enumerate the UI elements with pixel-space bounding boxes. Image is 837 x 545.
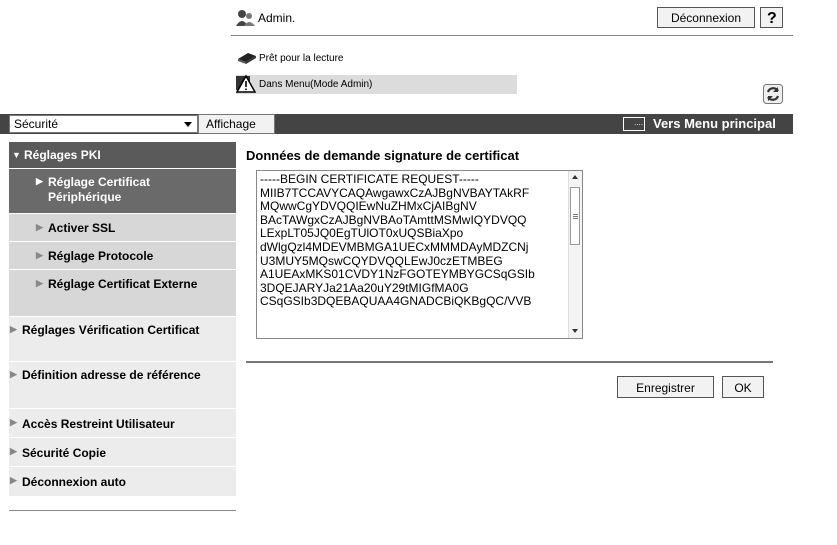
sidebar-item-reglages-verification-certificat[interactable]: ▶ Réglages Vérification Certificat bbox=[9, 317, 236, 361]
scroll-down-arrow-icon[interactable] bbox=[572, 329, 578, 333]
csr-scrollbar[interactable] bbox=[568, 171, 582, 338]
sidebar-item-label: Déconnexion auto bbox=[22, 475, 127, 489]
status-mode-text: Dans Menu(Mode Admin) bbox=[259, 79, 373, 90]
admin-label: Admin. bbox=[258, 11, 296, 25]
category-select-value: Sécurité bbox=[14, 117, 59, 131]
scroll-up-arrow-icon[interactable] bbox=[572, 175, 578, 179]
refresh-icon[interactable] bbox=[763, 84, 783, 104]
triangle-right-icon: ▶ bbox=[36, 222, 43, 232]
logout-button[interactable]: Déconnexion bbox=[657, 7, 755, 28]
sidebar-item-label: Définition adresse de référence bbox=[22, 368, 201, 382]
triangle-right-icon: ▶ bbox=[10, 475, 17, 485]
triangle-right-icon: ▶ bbox=[36, 250, 43, 260]
sidebar-item-acces-restreint-utilisateur[interactable]: ▶ Accès Restreint Utilisateur bbox=[9, 409, 236, 437]
sidebar-item-label: Réglage Protocole bbox=[48, 249, 154, 263]
help-button[interactable]: ? bbox=[760, 7, 783, 28]
ok-button[interactable]: OK bbox=[722, 376, 764, 398]
header-divider bbox=[231, 35, 793, 36]
status-ready-text: Prêt pour la lecture bbox=[259, 53, 344, 64]
sidebar-bottom-divider bbox=[9, 510, 236, 511]
sidebar-item-deconnexion-auto[interactable]: ▶ Déconnexion auto bbox=[9, 467, 236, 496]
content-divider bbox=[246, 361, 773, 363]
sidebar-item-reglage-protocole[interactable]: ▶ Réglage Protocole bbox=[9, 242, 236, 269]
printer-icon bbox=[238, 53, 256, 64]
csr-textarea[interactable]: -----BEGIN CERTIFICATE REQUEST----- MIIB… bbox=[256, 170, 583, 339]
triangle-down-icon: ▼ bbox=[12, 150, 21, 160]
sidebar-item-label: Sécurité Copie bbox=[22, 446, 107, 460]
sidebar-item-definition-adresse-reference[interactable]: ▶ Définition adresse de référence bbox=[9, 362, 236, 408]
sidebar-item-label: Accès Restreint Utilisateur bbox=[22, 417, 175, 431]
scrollbar-grip-icon bbox=[573, 214, 578, 215]
tab-affichage[interactable]: Affichage bbox=[198, 114, 275, 134]
sidebar-item-reglage-certificat-peripherique[interactable]: ▶ Réglage Certificat Périphérique bbox=[9, 169, 236, 213]
main-menu-link[interactable]: Vers Menu principal bbox=[653, 114, 776, 134]
sidebar-item-securite-copie[interactable]: ▶ Sécurité Copie bbox=[9, 438, 236, 466]
triangle-right-icon: ▶ bbox=[36, 278, 43, 288]
save-button[interactable]: Enregistrer bbox=[617, 376, 714, 398]
warning-icon bbox=[236, 74, 256, 93]
sidebar-item-reglage-certificat-externe[interactable]: ▶ Réglage Certificat Externe bbox=[9, 270, 236, 316]
scrollbar-thumb[interactable] bbox=[570, 187, 580, 245]
chevron-down-icon bbox=[184, 122, 192, 127]
page-title: Données de demande signature de certific… bbox=[246, 148, 520, 163]
triangle-right-icon: ▶ bbox=[10, 446, 17, 456]
csr-text: -----BEGIN CERTIFICATE REQUEST----- MIIB… bbox=[260, 172, 535, 309]
sidebar-item-label: Activer SSL bbox=[48, 221, 116, 235]
sidebar-item-activer-ssl[interactable]: ▶ Activer SSL bbox=[9, 214, 236, 241]
admin-user-icon bbox=[236, 10, 255, 26]
triangle-right-icon: ▶ bbox=[36, 176, 43, 186]
triangle-right-icon: ▶ bbox=[10, 417, 17, 427]
main-menu-icon[interactable]: .... bbox=[623, 117, 645, 131]
sidebar-item-reglages-pki[interactable]: ▼ Réglages PKI bbox=[9, 142, 236, 168]
sidebar-item-label: Réglage Certificat Périphérique bbox=[48, 175, 151, 204]
sidebar-item-label: Réglage Certificat Externe bbox=[48, 277, 198, 291]
sidebar-item-label: Réglages Vérification Certificat bbox=[22, 323, 200, 337]
category-select[interactable]: Sécurité bbox=[9, 115, 198, 133]
sidebar-item-label: Réglages PKI bbox=[24, 148, 101, 162]
